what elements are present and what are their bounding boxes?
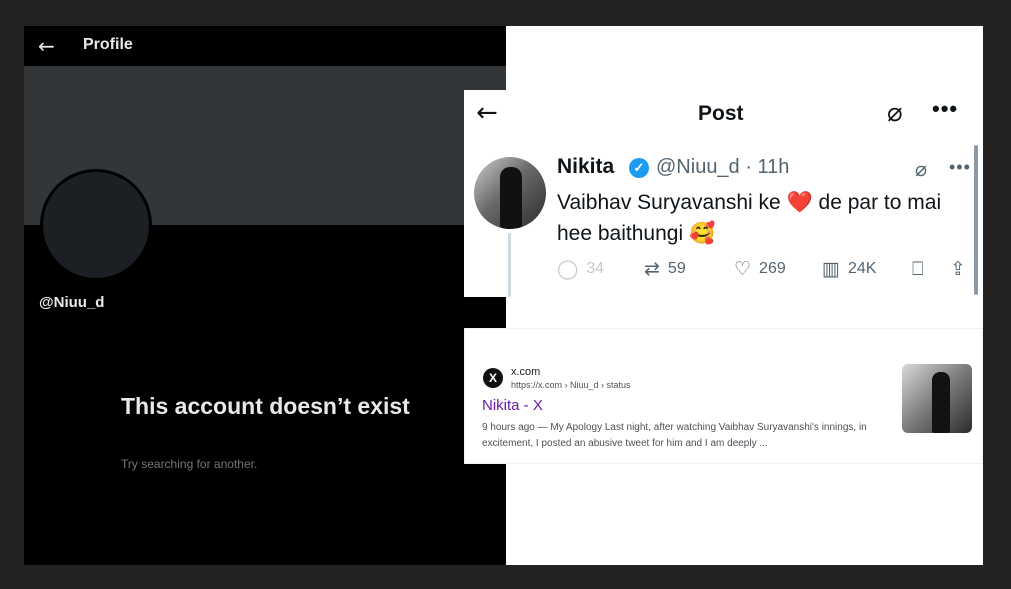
profile-avatar (40, 169, 152, 281)
thread-line (508, 233, 511, 297)
views-button[interactable]: ▥ 24K (822, 258, 876, 280)
result-site-name: x.com (511, 366, 541, 378)
post-text: Vaibhav Suryavanshi ke ❤️ de par to mai … (557, 191, 942, 245)
repost-count: 59 (667, 260, 686, 277)
back-arrow-icon[interactable]: ← (476, 98, 498, 128)
heart-icon: ♡ (734, 258, 752, 280)
result-title-link[interactable]: Nikita - X (482, 397, 543, 414)
profile-handle: @Niuu_d (39, 294, 105, 311)
back-arrow-icon[interactable]: ← (38, 34, 55, 58)
post-actions: ◯ 34 ⇄ 59 ♡ 269 ▥ 24K ⎕ ⇪ (557, 258, 977, 284)
share-icon: ⇪ (950, 258, 966, 280)
reply-count: 34 (586, 260, 605, 277)
share-button[interactable]: ⇪ (950, 258, 974, 280)
bookmark-icon: ⎕ (912, 258, 924, 280)
repost-button[interactable]: ⇄ 59 (644, 258, 686, 280)
author-name[interactable]: Nikita (557, 155, 614, 179)
views-chart-icon: ▥ (822, 258, 840, 280)
account-missing-title: This account doesn’t exist (121, 393, 410, 419)
post-card: ← Post ⌀ ••• Nikita ✓ @Niuu_d · 11h ⌀ ••… (464, 90, 983, 297)
grok-icon[interactable]: ⌀ (887, 98, 903, 128)
like-button[interactable]: ♡ 269 (734, 258, 786, 280)
views-count: 24K (847, 260, 877, 277)
result-site-url[interactable]: https://x.com › Niuu_d › status (511, 380, 631, 390)
profile-title: Profile (83, 36, 133, 53)
account-missing-subtitle: Try searching for another. (121, 457, 258, 471)
author-meta[interactable]: @Niuu_d · 11h (656, 156, 789, 179)
post-header-title: Post (698, 102, 744, 125)
x-logo-icon: X (483, 368, 503, 388)
like-count: 269 (759, 260, 786, 277)
profile-header: ← Profile (24, 26, 506, 66)
result-thumbnail[interactable] (902, 364, 972, 433)
more-options-icon[interactable]: ••• (949, 157, 971, 178)
grok-icon[interactable]: ⌀ (915, 157, 927, 181)
search-result-card: X x.com https://x.com › Niuu_d › status … (464, 328, 983, 464)
bookmark-button[interactable]: ⎕ (912, 258, 931, 280)
result-snippet: 9 hours ago — My Apology Last night, aft… (482, 422, 867, 449)
scrollbar[interactable] (974, 145, 978, 295)
more-options-icon[interactable]: ••• (932, 96, 958, 122)
reply-button[interactable]: ◯ 34 (557, 258, 604, 280)
reply-icon: ◯ (557, 258, 579, 280)
verified-badge-icon: ✓ (629, 158, 649, 178)
author-avatar[interactable] (474, 157, 546, 229)
profile-panel: ← Profile @Niuu_d This account doesn’t e… (24, 26, 506, 565)
repost-icon: ⇄ (644, 258, 660, 280)
